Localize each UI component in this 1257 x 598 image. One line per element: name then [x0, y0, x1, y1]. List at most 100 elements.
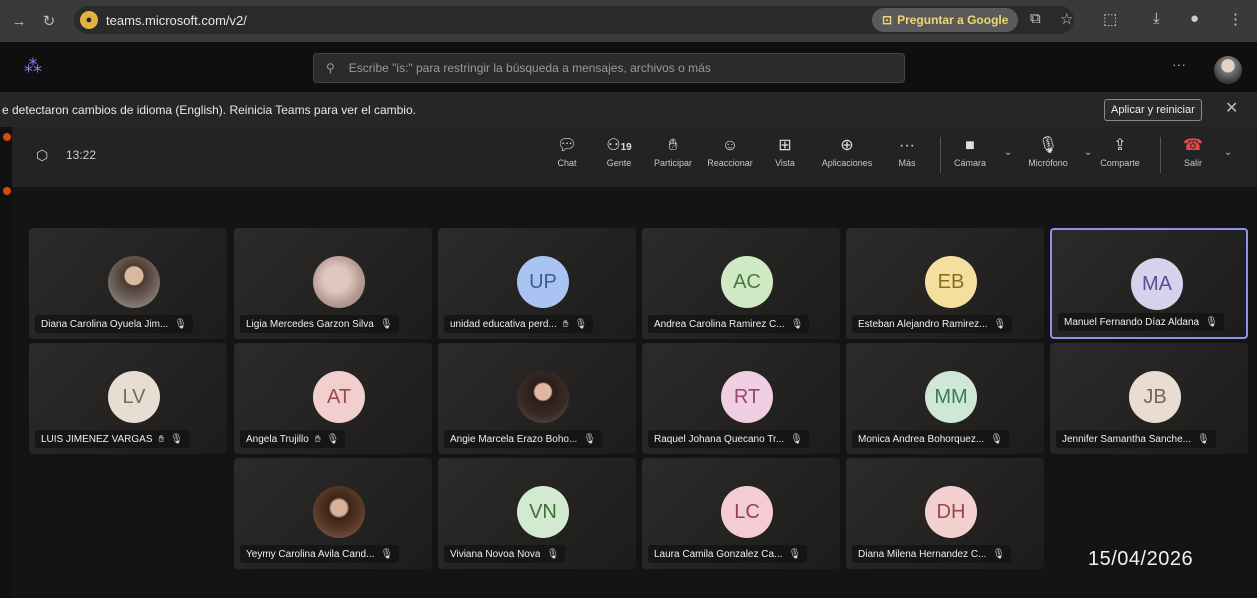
chevron-down-icon[interactable]: ⌄ [1084, 147, 1092, 158]
apply-restart-button[interactable]: Aplicar y reiniciar [1104, 99, 1202, 121]
camera-button[interactable]: ■ Cámara [952, 135, 988, 168]
mic-muted-icon: 🎙︎ [993, 318, 1007, 330]
participant-name: Diana Milena Hernandez C... [858, 548, 987, 560]
people-button[interactable]: ⚇19 Gente [602, 135, 636, 168]
participant-name: Ligia Mercedes Garzon Silva [246, 318, 374, 330]
participant-tile[interactable]: RT Raquel Johana Quecano Tr... 🎙︎ [642, 343, 840, 454]
leave-button[interactable]: ☎︎ Salir [1178, 135, 1208, 168]
participant-name-bar: Viviana Novoa Nova 🎙︎ [444, 545, 566, 563]
microphone-button[interactable]: 🎙︎ Micrófono [1022, 135, 1074, 168]
raised-hand-icon: ✋︎ [314, 433, 321, 445]
video-gallery: Diana Carolina Oyuela Jim... 🎙︎ Ligia Merc… [12, 187, 1257, 598]
mic-muted-icon: 🎙︎ [790, 433, 803, 445]
chat-button[interactable]: 💬︎ Chat [552, 135, 582, 168]
participant-tile[interactable]: Diana Carolina Oyuela Jim... 🎙︎ [29, 228, 227, 339]
apps-button[interactable]: ⊕ Aplicaciones [815, 135, 879, 168]
participant-tile[interactable]: LV LUIS JIMENEZ VARGAS ✋︎ 🎙︎ [29, 343, 227, 454]
more-label: Más [898, 158, 916, 168]
participant-name: Manuel Fernando Díaz Aldana [1064, 316, 1200, 328]
hang-up-icon: ☎︎ [1183, 137, 1203, 154]
avatar[interactable] [1214, 56, 1242, 84]
participant-tile[interactable]: Angie Marcela Erazo Boho... 🎙︎ [438, 343, 636, 454]
teams-header: ⁂ ⚲ Escribe "is:" para restringir la bús… [0, 42, 1257, 92]
participant-name-bar: Angela Trujillo ✋︎ 🎙︎ [240, 430, 346, 448]
view-label: Vista [775, 158, 795, 168]
participant-tile[interactable]: EB Esteban Alejandro Ramirez... 🎙︎ [846, 228, 1044, 339]
mic-muted-icon: 🎙︎ [583, 433, 596, 445]
site-info-icon[interactable]: ● [80, 11, 98, 29]
participant-name: Angie Marcela Erazo Boho... [450, 433, 578, 445]
language-change-banner: e detectaron cambios de idioma (English)… [0, 92, 1257, 128]
mic-muted-icon: 🎙︎ [1196, 433, 1210, 445]
profile-icon[interactable]: ● [1190, 10, 1199, 27]
mic-off-icon: 🎙︎ [1037, 137, 1059, 154]
avatar: AC [721, 256, 773, 308]
menu-icon[interactable]: ⋮ [1228, 10, 1243, 28]
participant-tile[interactable]: UP unidad educativa perd... ✋︎ 🎙︎ [438, 228, 636, 339]
more-button[interactable]: ··· Más [892, 135, 922, 168]
participant-tile[interactable]: MA Manuel Fernando Díaz Aldana 🎙︎ [1050, 228, 1248, 339]
participant-name-bar: Diana Carolina Oyuela Jim... 🎙︎ [35, 315, 193, 333]
participant-name-bar: Manuel Fernando Díaz Aldana 🎙︎ [1058, 313, 1224, 331]
react-button[interactable]: ☺ Reaccionar [702, 135, 758, 168]
cast-icon[interactable]: ⧉ [1030, 10, 1041, 27]
microphone-label: Micrófono [1028, 158, 1068, 168]
avatar: EB [925, 256, 977, 308]
download-icon[interactable]: ⤓ [1153, 10, 1160, 27]
participant-name: Laura Camila Gonzalez Ca... [654, 548, 783, 560]
forward-icon[interactable]: → [8, 13, 30, 30]
apps-label: Aplicaciones [821, 158, 873, 168]
participant-tile[interactable]: Ligia Mercedes Garzon Silva 🎙︎ [234, 228, 432, 339]
participant-tile[interactable]: Yeymy Carolina Avila Cand... 🎙︎ [234, 458, 432, 569]
participant-tile[interactable]: AT Angela Trujillo ✋︎ 🎙︎ [234, 343, 432, 454]
mic-muted-icon: 🎙︎ [1205, 316, 1218, 328]
meeting-controls-bar: ⬡ 13:22 💬︎ Chat ⚇19 Gente ✋︎ Participar … [12, 127, 1257, 187]
ask-google-button[interactable]: ⊡ Preguntar a Google [872, 8, 1019, 32]
raise-hand-label: Participar [653, 158, 692, 168]
search-input[interactable]: ⚲ Escribe "is:" para restringir la búsqu… [313, 53, 905, 83]
close-icon[interactable]: ✕ [1225, 98, 1238, 118]
participant-name-bar: LUIS JIMENEZ VARGAS ✋︎ 🎙︎ [35, 430, 189, 448]
mic-muted-icon: 🎙︎ [174, 318, 187, 330]
reload-icon[interactable]: ↻ [38, 12, 60, 30]
chevron-down-icon[interactable]: ⌄ [1004, 147, 1012, 158]
left-rail [0, 127, 12, 598]
participant-tile[interactable]: LC Laura Camila Gonzalez Ca... 🎙︎ [642, 458, 840, 569]
url-text[interactable]: teams.microsoft.com/v2/ [106, 13, 247, 28]
view-button[interactable]: ⊞ Vista [770, 135, 800, 168]
participant-tile[interactable]: DH Diana Milena Hernandez C... 🎙︎ [846, 458, 1044, 569]
chevron-down-icon[interactable]: ⌄ [1224, 147, 1232, 158]
people-label: Gente [606, 158, 632, 168]
participant-name: Viviana Novoa Nova [450, 548, 541, 560]
raise-hand-button[interactable]: ✋︎ Participar [650, 135, 696, 168]
participant-name: Esteban Alejandro Ramirez... [858, 318, 988, 330]
share-button[interactable]: ⇪ Comparte [1094, 135, 1146, 168]
mic-muted-icon: 🎙︎ [790, 318, 804, 330]
google-lens-icon: ⊡ [882, 13, 893, 27]
participant-tile[interactable]: MM Monica Andrea Bohorquez... 🎙︎ [846, 343, 1044, 454]
people-icon: ⚇19 [606, 137, 632, 154]
participant-tile[interactable]: JB Jennifer Samantha Sanche... 🎙︎ [1050, 343, 1248, 454]
participant-name: Raquel Johana Quecano Tr... [654, 433, 785, 445]
mic-muted-icon: 🎙︎ [170, 433, 183, 445]
participant-name: unidad educativa perd... [450, 318, 557, 330]
mic-muted-icon: 🎙︎ [546, 548, 560, 560]
participant-tile[interactable]: VN Viviana Novoa Nova 🎙︎ [438, 458, 636, 569]
bookmark-star-icon[interactable]: ☆ [1060, 10, 1073, 28]
add-apps-icon: ⊕ [840, 137, 854, 154]
participant-name: Angela Trujillo [246, 433, 309, 445]
teams-logo-icon[interactable]: ⁂ [24, 56, 42, 77]
participant-name: Monica Andrea Bohorquez... [858, 433, 985, 445]
raised-hand-icon: ✋︎ [158, 433, 165, 445]
search-icon: ⚲ [326, 61, 335, 75]
avatar [108, 256, 160, 308]
more-options-icon[interactable]: ··· [1172, 56, 1186, 72]
divider [940, 137, 941, 173]
extensions-icon[interactable]: ⬚ [1103, 10, 1117, 28]
mic-muted-icon: 🎙︎ [326, 433, 340, 445]
participant-name: LUIS JIMENEZ VARGAS [41, 433, 153, 445]
avatar [313, 486, 365, 538]
camera-label: Cámara [953, 158, 986, 168]
ellipsis-icon: ··· [899, 137, 915, 154]
participant-tile[interactable]: AC Andrea Carolina Ramirez C... 🎙︎ [642, 228, 840, 339]
